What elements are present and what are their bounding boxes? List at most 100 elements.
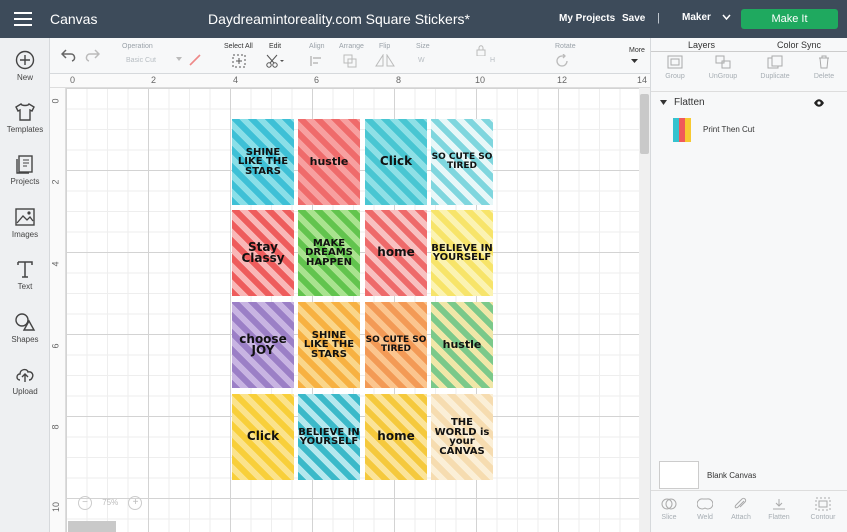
- group-button[interactable]: Group: [651, 55, 699, 80]
- save-link[interactable]: Save: [622, 13, 645, 24]
- horizontal-scroll-thumb[interactable]: [68, 521, 116, 532]
- sticker-tile[interactable]: BELIEVE IN YOURSELF: [431, 210, 493, 296]
- ruler-x-tick: 2: [151, 75, 157, 85]
- sticker-tile[interactable]: SHINE LIKE THE STARS: [232, 119, 294, 205]
- sidebar-label-projects: Projects: [10, 177, 40, 186]
- sidebar-item-images[interactable]: Images: [0, 207, 50, 239]
- eye-icon[interactable]: [813, 99, 825, 107]
- sticker-tile[interactable]: home: [365, 394, 427, 480]
- operation-select[interactable]: Basic Cut: [126, 57, 156, 64]
- layer-group-row[interactable]: Flatten: [651, 94, 847, 114]
- design-canvas[interactable]: 0 2 4 6 8 10 12 14 0 2 4 6 8 10 SHINE LI…: [50, 74, 650, 532]
- sticker-text: SHINE LIKE THE STARS: [303, 329, 355, 360]
- sidebar-item-text[interactable]: Text: [0, 259, 50, 291]
- vertical-scroll-thumb[interactable]: [640, 94, 649, 154]
- duplicate-button[interactable]: Duplicate: [751, 55, 799, 80]
- contour-label: Contour: [810, 514, 836, 521]
- vertical-scrollbar[interactable]: [639, 88, 650, 532]
- sticker-tile[interactable]: Click: [365, 119, 427, 205]
- zoom-out-button[interactable]: −: [78, 496, 92, 510]
- zoom-control: − 75% +: [78, 496, 143, 512]
- sticker-text: THE WORLD is your CANVAS: [434, 417, 490, 457]
- sticker-tile[interactable]: SHINE LIKE THE STARS: [298, 302, 360, 388]
- flatten-icon: [773, 499, 785, 510]
- arrange-icon[interactable]: [343, 54, 361, 68]
- delete-button[interactable]: Delete: [800, 55, 847, 80]
- ruler-y-tick: 4: [50, 261, 61, 267]
- sticker-tile[interactable]: BELIEVE IN YOURSELF: [298, 394, 360, 480]
- sticker-tile[interactable]: SO CUTE SO TIRED: [431, 119, 493, 205]
- sticker-text: SHINE LIKE THE STARS: [237, 146, 289, 177]
- projects-icon: [16, 155, 33, 174]
- sidebar-item-new[interactable]: New: [0, 50, 50, 82]
- hamburger-menu-icon[interactable]: [14, 12, 32, 26]
- lock-icon[interactable]: [476, 45, 486, 56]
- redo-icon[interactable]: [84, 48, 100, 62]
- sticker-text: home: [377, 245, 415, 260]
- chevron-down-icon: [176, 57, 182, 61]
- my-projects-link[interactable]: My Projects: [559, 13, 615, 24]
- scissors-icon[interactable]: [266, 54, 284, 68]
- sticker-tile[interactable]: hustle: [431, 302, 493, 388]
- sticker-text: SO CUTE SO TIRED: [431, 152, 493, 171]
- sticker-tile[interactable]: SO CUTE SO TIRED: [365, 302, 427, 388]
- blank-canvas-swatch[interactable]: [659, 461, 699, 489]
- make-it-button[interactable]: Make It: [741, 9, 838, 29]
- sticker-tile[interactable]: hustle: [298, 119, 360, 205]
- sidebar-item-shapes[interactable]: Shapes: [0, 312, 50, 344]
- size-label: Size: [416, 43, 430, 50]
- height-field[interactable]: H: [490, 57, 495, 64]
- contour-button[interactable]: Contour: [805, 497, 841, 521]
- layer-name: Print Then Cut: [703, 125, 755, 134]
- ruler-x-tick: 12: [557, 75, 568, 85]
- top-separator: |: [657, 12, 660, 24]
- flatten-label: Flatten: [768, 514, 790, 521]
- shirt-icon: [15, 103, 35, 121]
- contour-icon: [815, 497, 831, 511]
- sticker-text: SO CUTE SO TIRED: [365, 335, 427, 354]
- sticker-text: choose JOY: [239, 331, 287, 357]
- group-icon: [667, 55, 683, 69]
- flip-label: Flip: [379, 43, 391, 50]
- rotate-icon[interactable]: [555, 54, 569, 68]
- sticker-text: hustle: [442, 337, 482, 351]
- operation-label: Operation: [122, 43, 153, 50]
- ruler-y-tick: 0: [50, 98, 61, 104]
- vertical-ruler: 0 2 4 6 8 10: [50, 88, 66, 532]
- sticker-tile[interactable]: choose JOY: [232, 302, 294, 388]
- sidebar-item-templates[interactable]: Templates: [0, 102, 50, 134]
- chevron-down-icon: [631, 59, 638, 63]
- tab-color-sync[interactable]: Color Sync: [777, 40, 821, 50]
- sidebar-item-projects[interactable]: Projects: [0, 154, 50, 186]
- attach-button[interactable]: Attach: [723, 497, 759, 521]
- ruler-y-tick: 10: [51, 501, 62, 513]
- ruler-x-tick: 4: [233, 75, 239, 85]
- sidebar-item-upload[interactable]: Upload: [0, 364, 50, 396]
- sidebar-label-upload: Upload: [12, 387, 38, 396]
- weld-label: Weld: [697, 514, 713, 521]
- machine-select[interactable]: Maker: [682, 12, 731, 23]
- width-field[interactable]: W: [418, 57, 425, 64]
- select-all-icon[interactable]: [232, 54, 246, 68]
- flip-icon[interactable]: [375, 54, 395, 68]
- tab-layers[interactable]: Layers: [688, 40, 715, 50]
- layer-actions: Group UnGroup Duplicate Delete: [651, 52, 847, 92]
- sticker-tile[interactable]: MAKE DREAMS HAPPEN: [298, 210, 360, 296]
- more-label[interactable]: More: [629, 47, 645, 54]
- caret-down-icon[interactable]: [660, 100, 667, 105]
- sticker-tile[interactable]: home: [365, 210, 427, 296]
- ruler-y-tick: 6: [50, 343, 61, 349]
- weld-button[interactable]: Weld: [687, 497, 723, 521]
- sticker-tile[interactable]: THE WORLD is your CANVAS: [431, 394, 493, 480]
- ungroup-button[interactable]: UnGroup: [699, 55, 747, 80]
- align-icon[interactable]: [309, 55, 327, 67]
- bottom-actions: Slice Weld Attach Flatten Contour: [651, 490, 847, 532]
- sticker-tile[interactable]: Click: [232, 394, 294, 480]
- arrange-label: Arrange: [339, 43, 364, 50]
- flatten-button[interactable]: Flatten: [761, 497, 797, 521]
- undo-icon[interactable]: [61, 48, 77, 62]
- sticker-tile[interactable]: Stay Classy: [232, 210, 294, 296]
- slice-button[interactable]: Slice: [651, 497, 687, 521]
- image-icon: [15, 208, 35, 226]
- zoom-in-button[interactable]: +: [128, 496, 143, 510]
